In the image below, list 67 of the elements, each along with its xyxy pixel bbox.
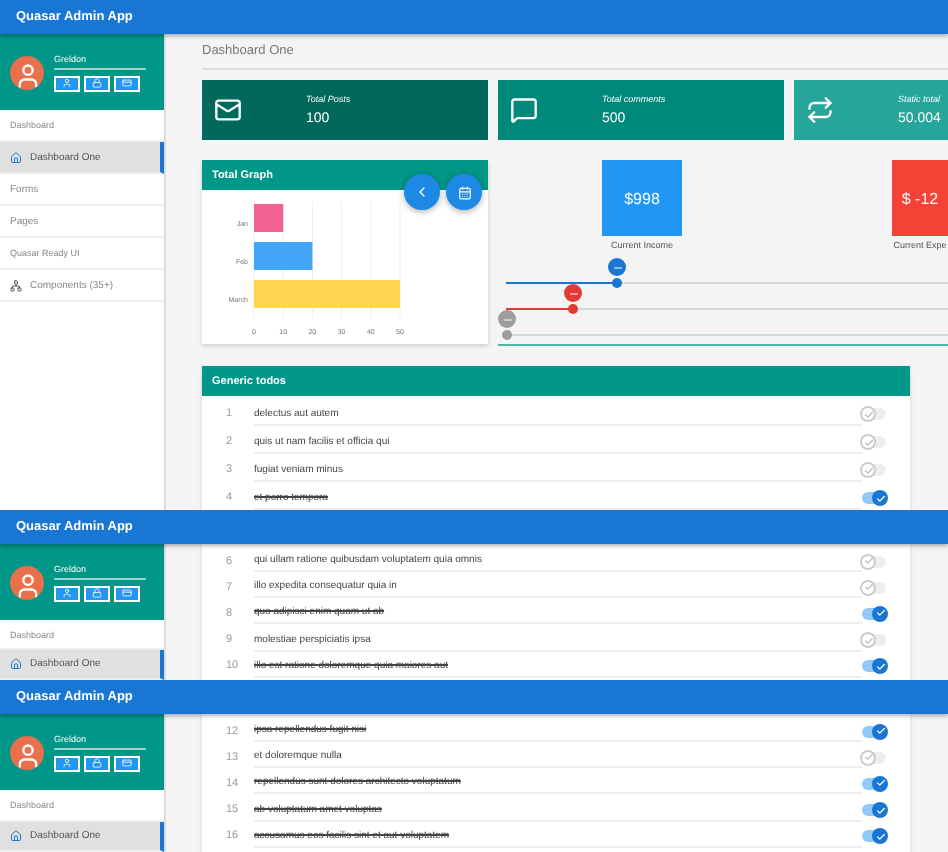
done-toggle[interactable] [862,830,886,843]
chevron-left-icon [414,184,430,200]
lock-icon [92,588,102,598]
slider-thumb[interactable] [568,304,579,314]
done-toggle[interactable] [862,804,886,817]
lock-button[interactable] [84,585,110,601]
bar [254,204,284,232]
gauge-card: $998 [602,160,682,236]
check-icon [875,831,885,842]
bar [254,242,313,270]
user-icon [62,758,72,768]
done-toggle[interactable] [862,777,886,790]
card-icon [122,588,132,598]
sitemap-icon [10,279,22,291]
calendar-button[interactable] [446,174,482,210]
card-button[interactable] [114,755,140,771]
back-button[interactable] [404,174,440,210]
check-icon [863,635,873,646]
slider-thumb[interactable] [502,330,512,340]
chat-icon [510,96,538,124]
lock-button[interactable] [84,75,110,91]
done-toggle[interactable] [862,660,886,673]
done-toggle[interactable] [862,408,886,420]
slider-thumb[interactable] [612,278,623,288]
lock-button[interactable] [84,755,110,771]
done-toggle[interactable] [862,634,886,647]
home-icon [10,658,22,670]
done-toggle[interactable] [862,555,886,568]
repeat-icon [806,96,834,124]
lock-icon [92,78,102,88]
check-icon [875,608,885,619]
card-button[interactable] [114,585,140,601]
done-toggle[interactable] [862,607,886,620]
check-icon [863,465,873,475]
card-icon [122,758,132,768]
user-icon [62,78,72,88]
card-icon [122,78,132,88]
check-icon [875,778,885,789]
profile-button[interactable] [54,585,80,601]
done-toggle[interactable] [862,492,886,504]
done-toggle[interactable] [862,464,886,476]
card-button[interactable] [114,75,140,91]
done-toggle[interactable] [862,725,886,738]
mail-icon [214,96,242,124]
profile-button[interactable] [54,75,80,91]
check-icon [863,752,873,763]
person-icon [13,571,41,599]
check-icon [875,805,885,816]
calendar-icon [457,185,471,199]
check-icon [863,556,873,567]
check-icon [875,661,885,672]
home-icon [10,151,22,163]
check-icon [863,437,873,447]
profile-button[interactable] [54,755,80,771]
person-icon [13,741,41,769]
done-toggle[interactable] [862,436,886,448]
gauge-card: $ -12 [892,160,948,236]
home-icon [10,829,22,842]
user-icon [62,588,72,598]
lock-icon [92,758,102,768]
done-toggle[interactable] [862,581,886,594]
check-icon [863,409,873,419]
check-icon [875,493,885,503]
check-icon [863,582,873,593]
check-icon [875,726,885,737]
done-toggle[interactable] [862,751,886,764]
person-icon [13,61,41,89]
